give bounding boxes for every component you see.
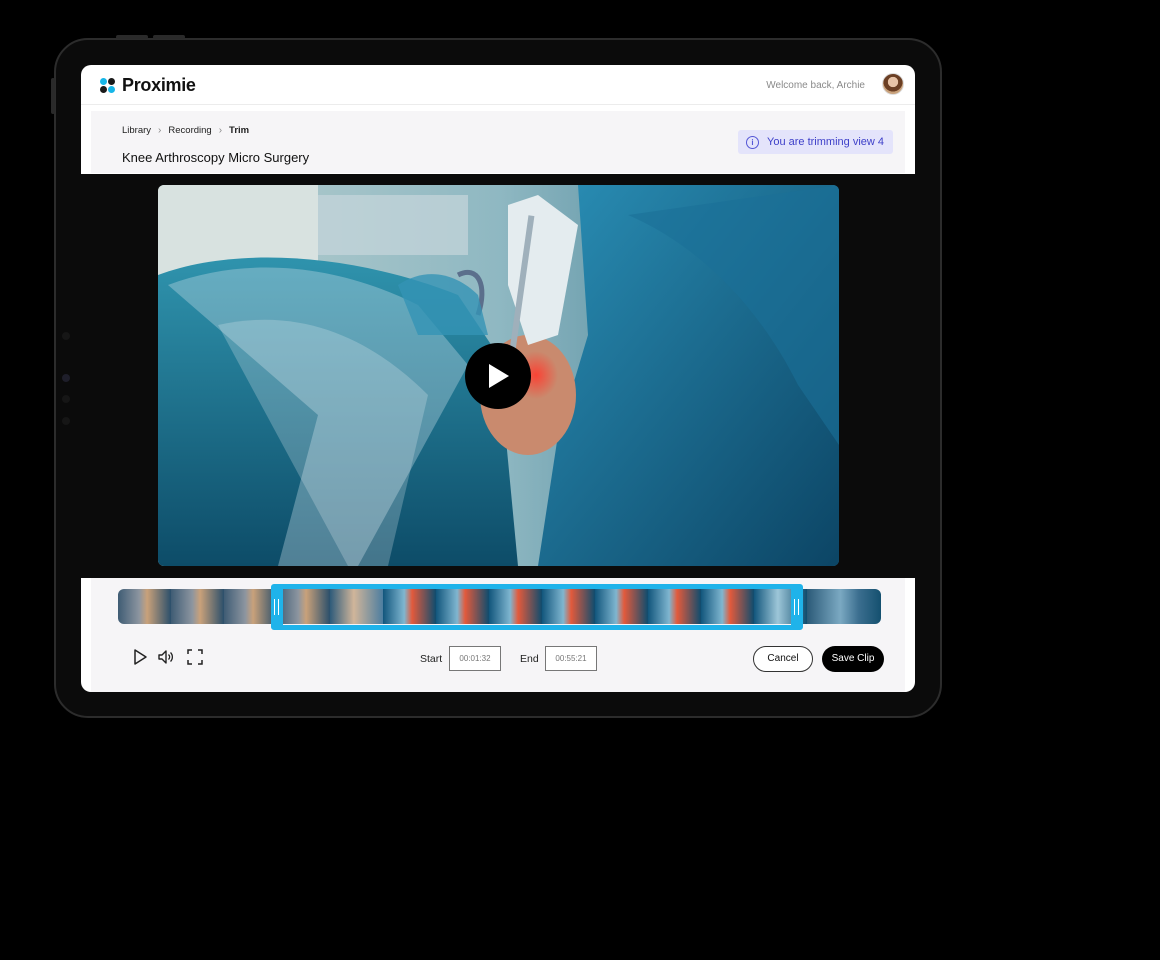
info-icon: i bbox=[746, 135, 760, 149]
breadcrumb-trim: Trim bbox=[229, 125, 250, 136]
thumbnail-frame bbox=[807, 589, 881, 624]
notice-text: You are trimming view 4 bbox=[767, 136, 884, 148]
volume-icon[interactable] bbox=[157, 648, 175, 666]
chevron-right-icon: › bbox=[218, 125, 223, 136]
trim-selection[interactable] bbox=[271, 584, 803, 630]
tablet-side-button bbox=[51, 78, 55, 114]
save-clip-button[interactable]: Save Clip bbox=[822, 646, 884, 672]
top-bar: Proximie Welcome back, Archie bbox=[81, 65, 915, 105]
tablet-top-button bbox=[116, 35, 148, 39]
chevron-right-icon: › bbox=[158, 125, 162, 136]
camera-dot bbox=[62, 417, 70, 425]
start-label: Start bbox=[420, 653, 443, 665]
end-label: End bbox=[520, 653, 539, 665]
brand-name: Proximie bbox=[122, 75, 196, 95]
play-button[interactable] bbox=[465, 343, 531, 409]
tablet-top-button bbox=[153, 35, 185, 39]
camera-dot bbox=[62, 332, 70, 340]
brand-logo[interactable]: Proximie bbox=[100, 75, 196, 96]
proximie-logo-icon bbox=[100, 77, 116, 94]
breadcrumb-library[interactable]: Library bbox=[122, 125, 151, 136]
play-icon[interactable] bbox=[131, 648, 149, 666]
play-icon bbox=[489, 364, 509, 388]
end-time-input[interactable]: 00:55:21 bbox=[545, 646, 597, 671]
thumbnail-frame bbox=[224, 589, 277, 624]
camera-dot bbox=[62, 374, 70, 382]
camera-dot bbox=[62, 395, 70, 403]
trimming-notice: i You are trimming view 4 bbox=[738, 130, 893, 154]
trim-start-handle[interactable] bbox=[271, 589, 283, 625]
breadcrumb: Library › Recording › Trim bbox=[122, 125, 249, 136]
video-area bbox=[81, 174, 915, 578]
surgery-video[interactable] bbox=[158, 185, 839, 566]
app-screen: Proximie Welcome back, Archie Library › … bbox=[81, 65, 915, 692]
breadcrumb-recording[interactable]: Recording bbox=[168, 125, 211, 136]
fullscreen-icon[interactable] bbox=[186, 648, 204, 666]
page-title: Knee Arthroscopy Micro Surgery bbox=[122, 150, 310, 165]
start-time-input[interactable]: 00:01:32 bbox=[449, 646, 501, 671]
page-header: Library › Recording › Trim Knee Arthrosc… bbox=[91, 111, 905, 173]
avatar[interactable] bbox=[882, 73, 904, 95]
welcome-text: Welcome back, Archie bbox=[766, 80, 865, 91]
trim-end-handle[interactable] bbox=[791, 589, 803, 625]
cancel-button[interactable]: Cancel bbox=[753, 646, 813, 672]
thumbnail-frame bbox=[118, 589, 171, 624]
trim-controls: Start 00:01:32 End 00:55:21 Cancel Save … bbox=[91, 578, 905, 692]
thumbnail-frame bbox=[171, 589, 224, 624]
